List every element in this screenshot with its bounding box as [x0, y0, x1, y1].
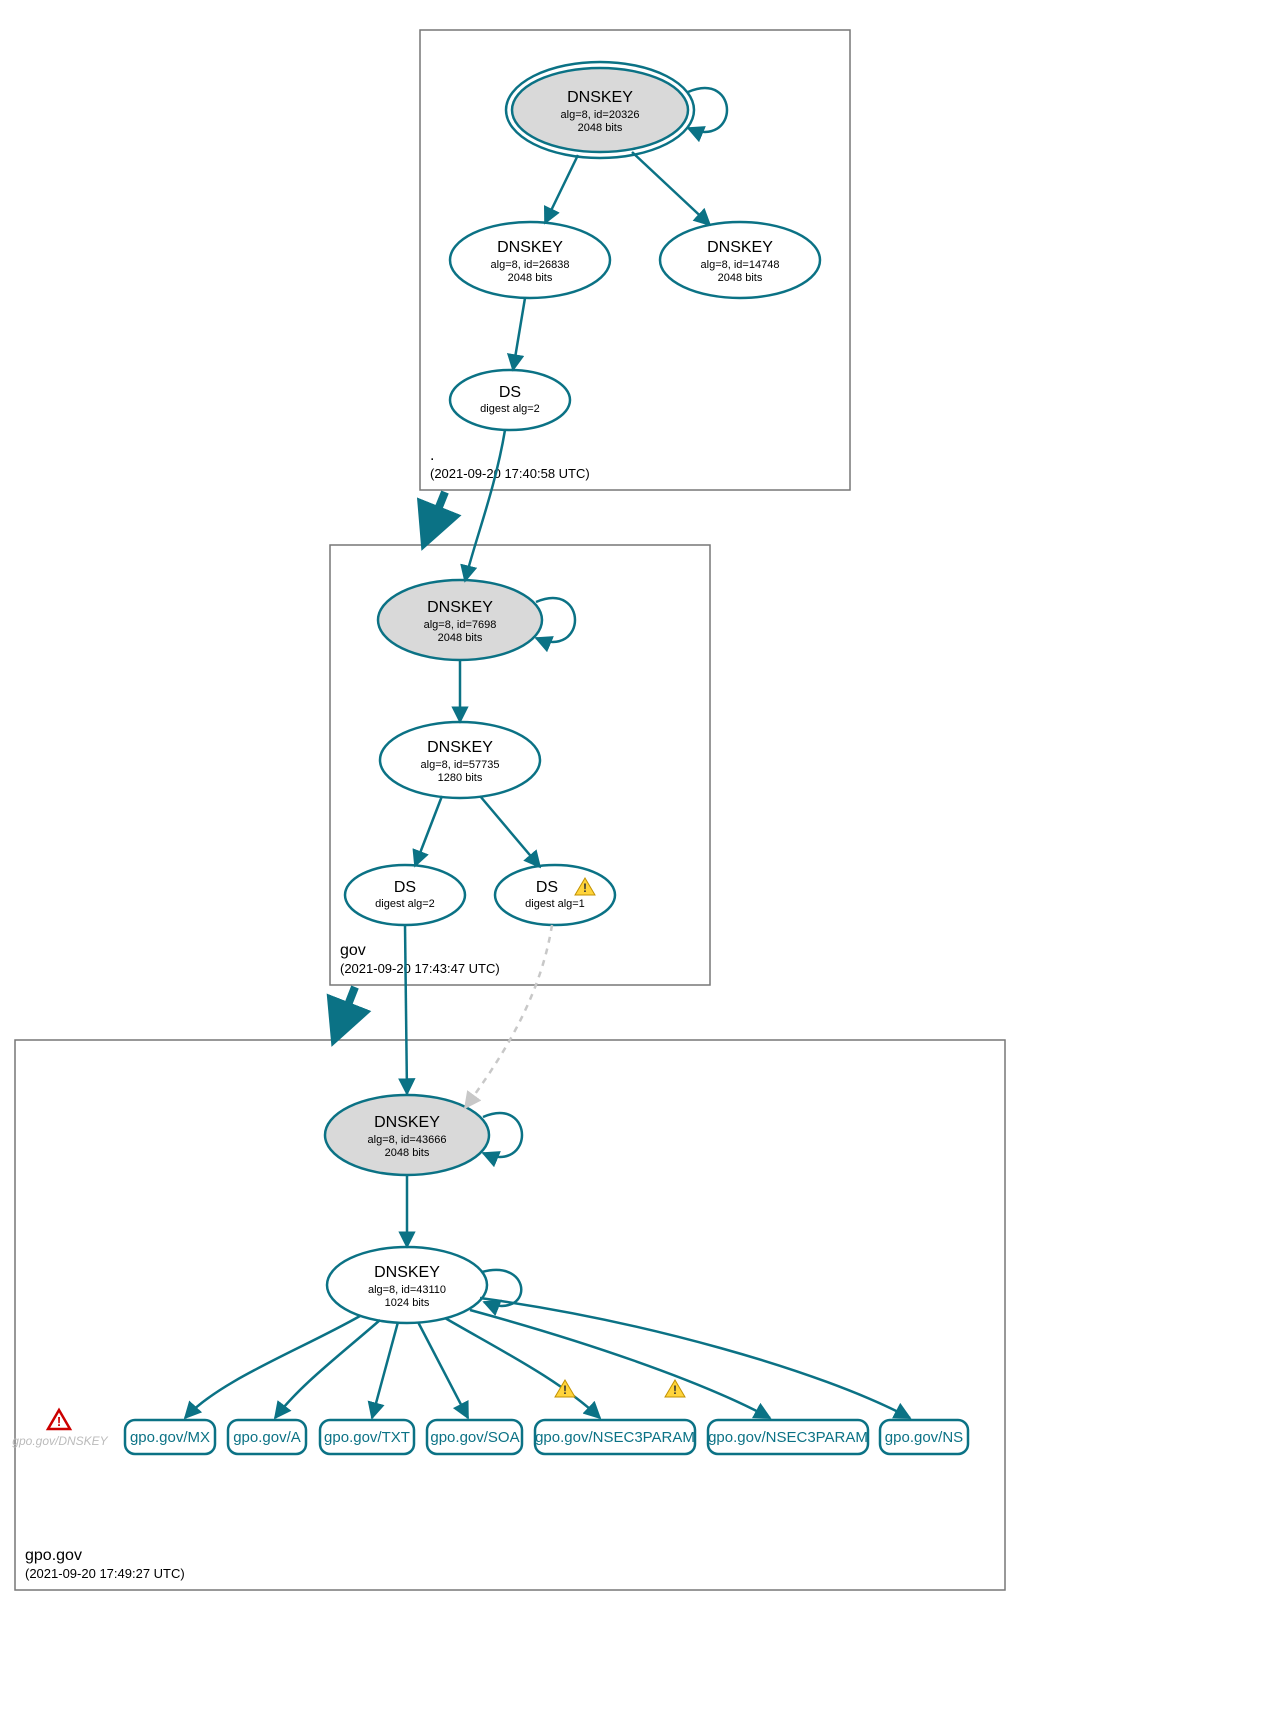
error-icon: !: [48, 1410, 70, 1429]
node-gov-ksk-title: DNSKEY: [427, 599, 493, 616]
rr-nsec3a-label: gpo.gov/NSEC3PARAM: [535, 1429, 695, 1446]
edge-rootksk-rootzsk2: [632, 152, 710, 225]
edge-zsk-nsec3b: [470, 1310, 770, 1418]
edge-zsk-nsec3a: [445, 1318, 600, 1418]
node-gpo-ksk-sub2: 2048 bits: [385, 1147, 430, 1159]
rr-ns-label: gpo.gov/NS: [885, 1429, 963, 1446]
zone-ts-root: (2021-09-20 17:40:58 UTC): [430, 466, 590, 481]
rr-mx-label: gpo.gov/MX: [130, 1429, 210, 1446]
node-gpo-ksk-sub1: alg=8, id=43666: [368, 1134, 447, 1146]
rr-txt-label: gpo.gov/TXT: [324, 1429, 410, 1446]
edge-zsk-txt: [372, 1322, 398, 1418]
svg-text:!: !: [57, 1414, 61, 1429]
rr-mx[interactable]: gpo.gov/MX: [125, 1420, 215, 1454]
node-root-ds-title: DS: [499, 384, 521, 401]
rr-nsec3a[interactable]: gpo.gov/NSEC3PARAM: [535, 1420, 695, 1454]
node-root-ds-sub1: digest alg=2: [480, 403, 540, 415]
zone-label-gpo: gpo.gov: [25, 1547, 82, 1564]
zone-arrow-gov-gpo: [335, 987, 355, 1038]
node-gov-ds1[interactable]: DS digest alg=1: [495, 865, 615, 925]
node-root-ksk-sub1: alg=8, id=20326: [561, 109, 640, 121]
edge-zsk-soa: [418, 1322, 468, 1418]
node-gov-zsk[interactable]: DNSKEY alg=8, id=57735 1280 bits: [380, 722, 540, 798]
svg-text:!: !: [583, 881, 587, 895]
node-gov-ksk[interactable]: DNSKEY alg=8, id=7698 2048 bits: [378, 580, 542, 660]
zone-ts-gov: (2021-09-20 17:43:47 UTC): [340, 961, 500, 976]
node-root-ksk-sub2: 2048 bits: [578, 122, 623, 134]
edge-zsk-a: [275, 1320, 380, 1418]
node-gov-ksk-sub1: alg=8, id=7698: [424, 619, 497, 631]
rr-soa[interactable]: gpo.gov/SOA: [427, 1420, 522, 1454]
node-gpo-ksk-title: DNSKEY: [374, 1114, 440, 1131]
svg-text:!: !: [563, 1383, 567, 1397]
edge-rootds-govksk: [465, 430, 505, 581]
rr-soa-label: gpo.gov/SOA: [430, 1429, 519, 1446]
node-gov-ds1-sub1: digest alg=1: [525, 898, 585, 910]
node-root-zsk2-title: DNSKEY: [707, 239, 773, 256]
rr-nsec3b-label: gpo.gov/NSEC3PARAM: [708, 1429, 868, 1446]
node-gov-ds1-title: DS: [536, 879, 558, 896]
node-gpo-zsk[interactable]: DNSKEY alg=8, id=43110 1024 bits: [327, 1247, 487, 1323]
phantom-dnskey-label: gpo.gov/DNSKEY: [12, 1434, 108, 1448]
edge-zsk-ns: [480, 1298, 910, 1418]
edge-govzsk-govds2: [415, 796, 442, 866]
node-root-zsk1-sub1: alg=8, id=26838: [491, 259, 570, 271]
rr-txt[interactable]: gpo.gov/TXT: [320, 1420, 414, 1454]
zone-ts-gpo: (2021-09-20 17:49:27 UTC): [25, 1566, 185, 1581]
edge-govds2-gpoksk: [405, 925, 407, 1094]
node-gpo-zsk-sub1: alg=8, id=43110: [368, 1284, 446, 1296]
warning-icon: !: [665, 1380, 685, 1397]
node-gov-ds2-sub1: digest alg=2: [375, 898, 435, 910]
zone-label-root: .: [430, 447, 434, 464]
zone-arrow-root-gov: [425, 492, 445, 542]
node-root-zsk1-title: DNSKEY: [497, 239, 563, 256]
node-root-zsk2-sub1: alg=8, id=14748: [701, 259, 780, 271]
edge-govds1-gpoksk-dashed: [465, 925, 552, 1108]
rr-a-label: gpo.gov/A: [233, 1429, 301, 1446]
rr-ns[interactable]: gpo.gov/NS: [880, 1420, 968, 1454]
node-root-ksk[interactable]: DNSKEY alg=8, id=20326 2048 bits: [506, 62, 694, 158]
edge-zsk-mx: [185, 1316, 360, 1418]
zone-label-gov: gov: [340, 942, 366, 959]
node-gpo-zsk-title: DNSKEY: [374, 1264, 440, 1281]
edge-govzsk-govds1: [480, 796, 540, 867]
node-root-zsk2[interactable]: DNSKEY alg=8, id=14748 2048 bits: [660, 222, 820, 298]
node-root-ds[interactable]: DS digest alg=2: [450, 370, 570, 430]
node-gpo-zsk-sub2: 1024 bits: [385, 1297, 430, 1309]
node-root-zsk1-sub2: 2048 bits: [508, 272, 553, 284]
node-root-zsk2-sub2: 2048 bits: [718, 272, 763, 284]
rr-nsec3b[interactable]: gpo.gov/NSEC3PARAM: [708, 1420, 868, 1454]
edge-rootksk-rootzsk1: [545, 155, 578, 223]
warning-icon: !: [555, 1380, 575, 1397]
node-gov-ksk-sub2: 2048 bits: [438, 632, 483, 644]
node-root-zsk1[interactable]: DNSKEY alg=8, id=26838 2048 bits: [450, 222, 610, 298]
node-gov-ds2[interactable]: DS digest alg=2: [345, 865, 465, 925]
node-gov-zsk-sub1: alg=8, id=57735: [421, 759, 500, 771]
rr-a[interactable]: gpo.gov/A: [228, 1420, 306, 1454]
edge-rootzsk1-rootds: [513, 298, 525, 370]
svg-text:!: !: [673, 1383, 677, 1397]
node-gov-zsk-title: DNSKEY: [427, 739, 493, 756]
zone-box-gpo: [15, 1040, 1005, 1590]
node-root-ksk-title: DNSKEY: [567, 89, 633, 106]
node-gov-ds2-title: DS: [394, 879, 416, 896]
node-gov-zsk-sub2: 1280 bits: [438, 772, 483, 784]
